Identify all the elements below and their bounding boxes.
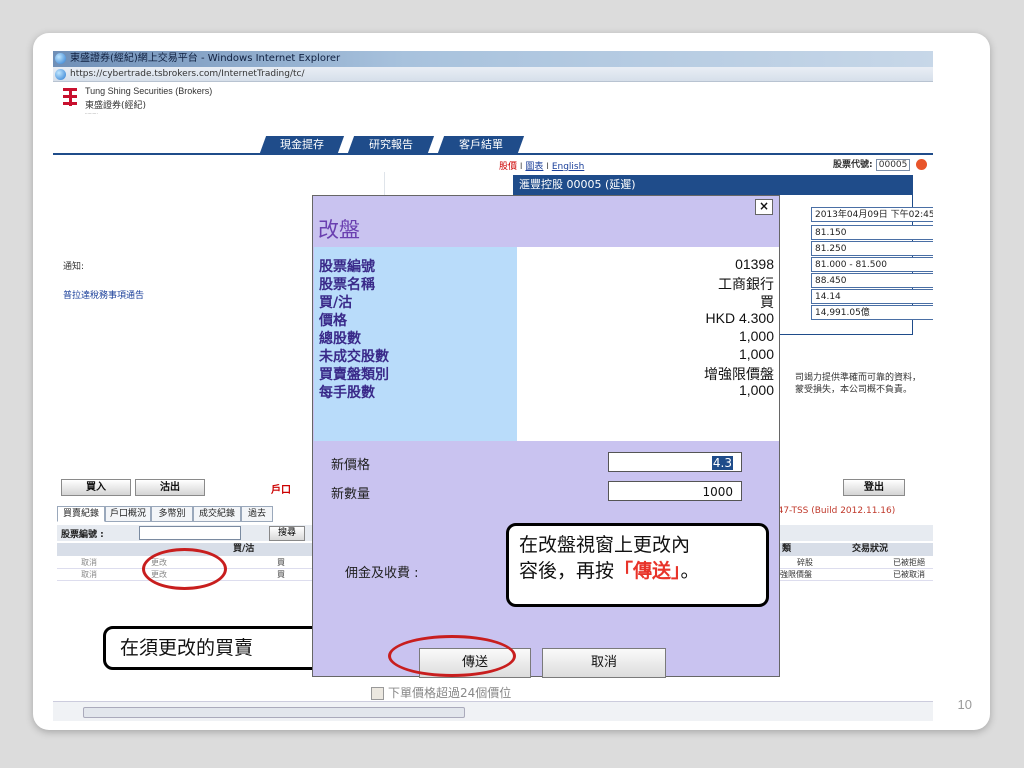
quote-value: 14,991.05億 [811, 305, 933, 320]
link-english[interactable]: English [552, 162, 585, 172]
brand-header: Tung Shing Securities (Brokers) 東盛證券(經紀)… [53, 82, 933, 130]
nav-tabs: 現金提存 研究報告 客戶結單 [53, 133, 933, 155]
url-text: https://cybertrade.tsbrokers.com/Interne… [70, 69, 305, 79]
value-stock-code: 01398 [735, 256, 774, 272]
fee-label: 佣金及收費 : [345, 566, 419, 581]
ie-icon [55, 53, 66, 64]
link-chart[interactable]: 圖表 [525, 162, 543, 172]
bottom-scrollbar[interactable] [53, 701, 933, 721]
label-stock-name: 股票名稱 [319, 277, 375, 293]
new-qty-label: 新數量 [331, 487, 371, 502]
stock-code-input[interactable]: 00005 [875, 159, 911, 171]
search-label: 股票編號 : [61, 530, 104, 540]
label-price: 價格 [319, 313, 347, 329]
value-buy-sell: 買 [760, 294, 774, 310]
scrollbar-thumb[interactable] [83, 707, 465, 718]
buy-button[interactable]: 買入 [61, 479, 131, 496]
go-icon[interactable] [915, 159, 927, 170]
subtab-trades[interactable]: 成交紀錄 [193, 506, 241, 522]
quote-value: 81.150 [811, 225, 933, 240]
stock-code: 股票代號: 00005 [833, 157, 927, 171]
window-titlebar: 東盛證券(經紀)網上交易平台 - Windows Internet Explor… [53, 51, 933, 67]
new-qty-input[interactable]: 1000 [608, 481, 742, 501]
address-bar[interactable]: https://cybertrade.tsbrokers.com/Interne… [53, 67, 933, 82]
cancel-button[interactable]: 取消 [542, 648, 666, 678]
disclaimer: 司竭力提供準確而可靠的資料， 蒙受損失，本公司概不負責。 [795, 373, 922, 395]
price-spread-checkbox[interactable] [371, 687, 384, 700]
new-price-input[interactable]: 4.3 [608, 452, 742, 472]
label-lot-size: 每手股數 [319, 385, 375, 401]
value-outstanding-qty: 1,000 [738, 346, 774, 362]
ie-icon [55, 69, 66, 80]
value-price: HKD 4.300 [705, 310, 774, 326]
quote-value: 2013年04月09日 下午02:45 [811, 207, 933, 222]
browser-screenshot: 東盛證券(經紀)網上交易平台 - Windows Internet Explor… [53, 51, 933, 721]
label-stock-code: 股票編號 [319, 259, 375, 275]
subtab-history[interactable]: 過去 [241, 506, 273, 522]
label-total-qty: 總股數 [319, 331, 361, 347]
brand-tagline: ·········· [85, 111, 98, 116]
price-spread-option[interactable]: 下單價格超過24個價位 [371, 684, 511, 701]
quote-value: 81.000 - 81.500 [811, 257, 933, 272]
logout-button[interactable]: 登出 [843, 479, 905, 496]
search-input[interactable] [139, 526, 241, 540]
account-label: 戶口 [271, 485, 291, 496]
tab-research[interactable]: 研究報告 [347, 136, 435, 153]
value-lot-size: 1,000 [738, 382, 774, 398]
dialog-title: 改盤 [318, 218, 360, 242]
quote-value: 81.250 [811, 241, 933, 256]
new-price-label: 新價格 [331, 458, 371, 473]
notice-link[interactable]: 普拉達稅務事項通告 [63, 288, 144, 301]
search-button[interactable]: 搜尋 [269, 526, 305, 541]
subtab-orders[interactable]: 買賣紀錄 [57, 506, 105, 522]
value-order-type: 增強限價盤 [704, 366, 774, 382]
cancel-order-link[interactable]: 取消 [81, 557, 97, 568]
value-total-qty: 1,000 [738, 328, 774, 344]
brand-name-cn: 東盛證券(經紀) [85, 101, 147, 111]
quote-links: 股價 I 圖表 I English [499, 162, 585, 172]
tab-statement[interactable]: 客戶結單 [437, 136, 525, 153]
label-outstanding-qty: 未成交股數 [319, 349, 389, 365]
tsb-logo-icon [63, 88, 77, 106]
slide: 東盛證券(經紀)網上交易平台 - Windows Internet Explor… [33, 33, 990, 730]
notice-label: 通知: [63, 262, 85, 272]
info-labels: 股票編號 股票名稱 買/沽 價格 總股數 未成交股數 買賣盤類別 每手股數 [314, 247, 517, 441]
instruction-callout-right: 在改盤視窗上更改內 容後，再按「傳送」。 [506, 523, 769, 607]
quote-value: 14.14 [811, 289, 933, 304]
brand-name-en: Tung Shing Securities (Brokers) [85, 86, 213, 96]
highlight-modify-ellipse [142, 548, 227, 590]
subtab-currency[interactable]: 多幣別 [151, 506, 193, 522]
build-info: 0.47-TSS (Build 2012.11.16) [769, 506, 896, 516]
window-title: 東盛證券(經紀)網上交易平台 - Windows Internet Explor… [70, 53, 341, 64]
tab-cash[interactable]: 現金提存 [259, 136, 345, 153]
label-buy-sell: 買/沽 [319, 295, 353, 311]
slide-number: 10 [957, 697, 972, 712]
cancel-order-link[interactable]: 取消 [81, 569, 97, 580]
label-order-type: 買賣盤類別 [319, 367, 389, 383]
value-stock-name: 工商銀行 [718, 276, 774, 292]
close-icon[interactable]: × [755, 199, 773, 215]
subtab-account[interactable]: 戶口概況 [105, 506, 151, 522]
quote-header: 滙豐控股 00005 (延遲) [513, 175, 913, 195]
quote-value: 88.450 [811, 273, 933, 288]
link-stock-price[interactable]: 股價 [499, 162, 517, 172]
info-values: 01398 工商銀行 買 HKD 4.300 1,000 1,000 增強限價盤… [517, 247, 779, 441]
sell-button[interactable]: 沽出 [135, 479, 205, 496]
highlight-send-ellipse [388, 635, 516, 677]
